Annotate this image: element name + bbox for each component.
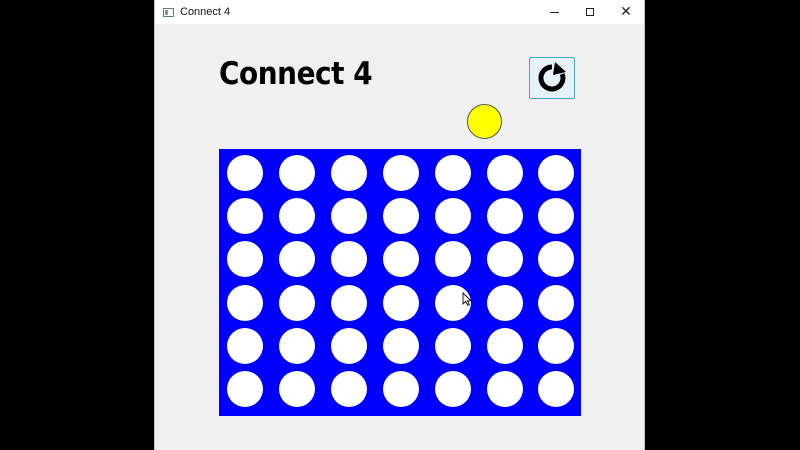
- board-cell[interactable]: [486, 327, 523, 364]
- board-cell[interactable]: [330, 284, 367, 321]
- minimize-button[interactable]: [536, 0, 572, 24]
- board-cell[interactable]: [227, 198, 263, 235]
- board-cell[interactable]: [538, 241, 575, 278]
- window-title: Connect 4: [180, 6, 231, 18]
- board-cell[interactable]: [330, 371, 367, 407]
- board-cell[interactable]: [382, 198, 419, 235]
- board-cell[interactable]: [330, 241, 367, 278]
- title-bar[interactable]: Connect 4 ✕: [155, 0, 644, 24]
- board-cell[interactable]: [227, 155, 263, 191]
- board-cell[interactable]: [330, 198, 367, 235]
- board-cell[interactable]: [382, 371, 419, 407]
- board-cell[interactable]: [227, 371, 263, 407]
- board-cell[interactable]: [382, 241, 419, 278]
- board-cell[interactable]: [278, 241, 315, 278]
- maximize-icon: [586, 8, 594, 16]
- board-cell[interactable]: [538, 284, 575, 321]
- minimize-icon: [549, 11, 559, 13]
- board-cell[interactable]: [434, 327, 471, 364]
- board-cell[interactable]: [330, 155, 367, 191]
- reset-button[interactable]: [529, 57, 575, 99]
- board-cell[interactable]: [278, 284, 315, 321]
- app-window: Connect 4 ✕ Connect 4: [154, 0, 645, 450]
- board-cell[interactable]: [382, 284, 419, 321]
- board-cell[interactable]: [538, 371, 575, 407]
- maximize-button[interactable]: [572, 0, 608, 24]
- close-button[interactable]: ✕: [608, 0, 644, 24]
- board-cell[interactable]: [486, 241, 523, 278]
- board-cell[interactable]: [434, 155, 471, 191]
- board-cell[interactable]: [538, 327, 575, 364]
- board-cell[interactable]: [278, 155, 315, 191]
- board-cell[interactable]: [486, 155, 523, 191]
- board-cell[interactable]: [227, 241, 263, 278]
- board-cell[interactable]: [227, 284, 263, 321]
- board-cell[interactable]: [227, 327, 263, 364]
- board-cell[interactable]: [486, 284, 523, 321]
- current-player-piece: [467, 104, 502, 139]
- board-cell[interactable]: [278, 327, 315, 364]
- board-cell[interactable]: [330, 327, 367, 364]
- board-cell[interactable]: [434, 198, 471, 235]
- board-cell[interactable]: [382, 327, 419, 364]
- board-cell[interactable]: [278, 371, 315, 407]
- game-title: Connect 4: [219, 56, 373, 92]
- board-cell[interactable]: [278, 198, 315, 235]
- board-cell[interactable]: [486, 198, 523, 235]
- mouse-cursor-icon: [462, 292, 472, 306]
- board-cell[interactable]: [434, 241, 471, 278]
- game-board[interactable]: [219, 149, 581, 416]
- board-cell[interactable]: [538, 198, 575, 235]
- refresh-icon: [538, 62, 566, 92]
- window-controls: ✕: [536, 0, 644, 24]
- board-cell[interactable]: [538, 155, 575, 191]
- board-cell[interactable]: [382, 155, 419, 191]
- board-cell[interactable]: [434, 371, 471, 407]
- board-cell[interactable]: [486, 371, 523, 407]
- app-icon: [163, 7, 174, 17]
- close-icon: ✕: [620, 4, 632, 20]
